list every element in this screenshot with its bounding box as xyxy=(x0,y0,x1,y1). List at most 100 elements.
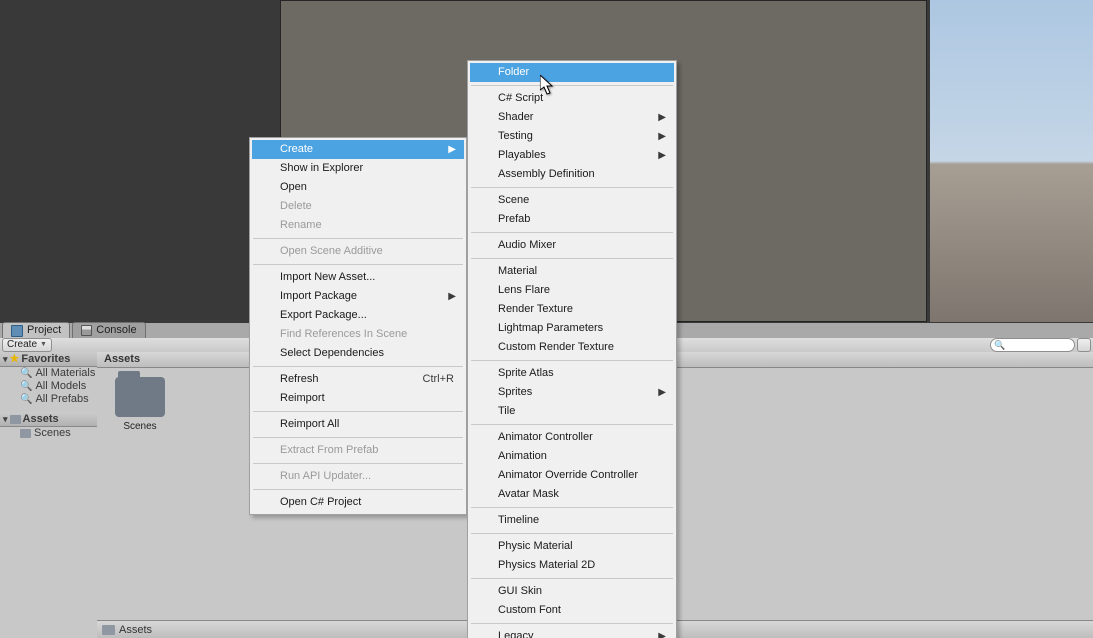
menu-csharp-script[interactable]: C# Script xyxy=(470,89,674,108)
create-submenu: Folder C# Script Shader▶ Testing▶ Playab… xyxy=(467,60,677,638)
menu-avatar-mask[interactable]: Avatar Mask xyxy=(470,485,674,504)
menu-label: Animator Controller xyxy=(498,431,593,443)
menu-separator xyxy=(471,623,673,624)
chevron-right-icon: ▶ xyxy=(658,127,666,146)
hierarchy-item-scenes[interactable]: Scenes xyxy=(0,427,97,440)
menu-prefab[interactable]: Prefab xyxy=(470,210,674,229)
menu-separator xyxy=(253,264,463,265)
menu-label: Reimport xyxy=(280,392,325,404)
favorite-all-prefabs[interactable]: 🔍 All Prefabs xyxy=(0,393,97,406)
menu-tile[interactable]: Tile xyxy=(470,402,674,421)
menu-separator xyxy=(471,85,673,86)
chevron-right-icon: ▶ xyxy=(448,140,456,159)
toolbar-toggle[interactable] xyxy=(1077,338,1091,352)
menu-show-in-explorer[interactable]: Show in Explorer xyxy=(252,159,464,178)
menu-testing[interactable]: Testing▶ xyxy=(470,127,674,146)
menu-legacy[interactable]: Legacy▶ xyxy=(470,627,674,638)
chevron-right-icon: ▶ xyxy=(448,287,456,306)
menu-lens-flare[interactable]: Lens Flare xyxy=(470,281,674,300)
menu-create[interactable]: Create ▶ xyxy=(252,140,464,159)
menu-export-package[interactable]: Export Package... xyxy=(252,306,464,325)
menu-shortcut: Ctrl+R xyxy=(423,370,454,389)
menu-sprites[interactable]: Sprites▶ xyxy=(470,383,674,402)
menu-label: Export Package... xyxy=(280,309,367,321)
menu-separator xyxy=(471,578,673,579)
menu-label: Run API Updater... xyxy=(280,470,371,482)
menu-assembly-definition[interactable]: Assembly Definition xyxy=(470,165,674,184)
menu-separator xyxy=(471,232,673,233)
menu-find-references: Find References In Scene xyxy=(252,325,464,344)
menu-reimport-all[interactable]: Reimport All xyxy=(252,415,464,434)
menu-label: Find References In Scene xyxy=(280,328,407,340)
menu-refresh[interactable]: Refresh Ctrl+R xyxy=(252,370,464,389)
menu-label: Sprite Atlas xyxy=(498,367,554,379)
menu-playables[interactable]: Playables▶ xyxy=(470,146,674,165)
menu-label: Open C# Project xyxy=(280,496,361,508)
search-icon: 🔍 xyxy=(20,393,32,406)
menu-animator-override-controller[interactable]: Animator Override Controller xyxy=(470,466,674,485)
menu-separator xyxy=(253,366,463,367)
favorites-header[interactable]: ▾ ★ Favorites xyxy=(0,352,97,367)
menu-open-scene-additive: Open Scene Additive xyxy=(252,242,464,261)
menu-custom-font[interactable]: Custom Font xyxy=(470,601,674,620)
menu-label: Show in Explorer xyxy=(280,162,363,174)
menu-label: Assembly Definition xyxy=(498,168,595,180)
menu-import-new-asset[interactable]: Import New Asset... xyxy=(252,268,464,287)
menu-custom-render-texture[interactable]: Custom Render Texture xyxy=(470,338,674,357)
create-dropdown-label: Create xyxy=(7,339,37,351)
menu-physic-material[interactable]: Physic Material xyxy=(470,537,674,556)
menu-label: Rename xyxy=(280,219,322,231)
project-icon xyxy=(11,325,23,337)
menu-label: Refresh xyxy=(280,373,319,385)
menu-gui-skin[interactable]: GUI Skin xyxy=(470,582,674,601)
star-icon: ★ xyxy=(10,352,20,366)
menu-animator-controller[interactable]: Animator Controller xyxy=(470,428,674,447)
context-menu: Create ▶ Show in Explorer Open Delete Re… xyxy=(249,137,467,515)
chevron-right-icon: ▶ xyxy=(658,108,666,127)
menu-reimport[interactable]: Reimport xyxy=(252,389,464,408)
game-view[interactable] xyxy=(930,0,1093,322)
menu-audio-mixer[interactable]: Audio Mixer xyxy=(470,236,674,255)
menu-select-dependencies[interactable]: Select Dependencies xyxy=(252,344,464,363)
menu-import-package[interactable]: Import Package ▶ xyxy=(252,287,464,306)
assets-header[interactable]: ▾ Assets xyxy=(0,412,97,427)
menu-separator xyxy=(471,187,673,188)
menu-label: Folder xyxy=(498,66,529,78)
menu-animation[interactable]: Animation xyxy=(470,447,674,466)
favorite-all-models[interactable]: 🔍 All Models xyxy=(0,380,97,393)
menu-open-csharp-project[interactable]: Open C# Project xyxy=(252,493,464,512)
favorite-all-materials[interactable]: 🔍 All Materials xyxy=(0,367,97,380)
chevron-right-icon: ▶ xyxy=(658,146,666,165)
tab-console-label: Console xyxy=(96,323,136,338)
chevron-down-icon: ▾ xyxy=(3,352,8,366)
menu-open[interactable]: Open xyxy=(252,178,464,197)
menu-physics-material-2d[interactable]: Physics Material 2D xyxy=(470,556,674,575)
menu-label: Delete xyxy=(280,200,312,212)
menu-label: Scene xyxy=(498,194,529,206)
menu-folder[interactable]: Folder xyxy=(470,63,674,82)
tab-console[interactable]: Console xyxy=(72,322,145,338)
menu-separator xyxy=(253,489,463,490)
menu-label: Sprites xyxy=(498,386,532,398)
menu-label: Extract From Prefab xyxy=(280,444,378,456)
menu-label: Reimport All xyxy=(280,418,339,430)
menu-material[interactable]: Material xyxy=(470,262,674,281)
search-input[interactable]: 🔍 xyxy=(990,338,1075,352)
tab-project[interactable]: Project xyxy=(2,322,70,338)
create-dropdown[interactable]: Create ▼ xyxy=(2,338,52,352)
menu-label: Create xyxy=(280,143,313,155)
menu-label: Lens Flare xyxy=(498,284,550,296)
menu-render-texture[interactable]: Render Texture xyxy=(470,300,674,319)
menu-shader[interactable]: Shader▶ xyxy=(470,108,674,127)
menu-scene[interactable]: Scene xyxy=(470,191,674,210)
menu-label: Import New Asset... xyxy=(280,271,375,283)
asset-tile-scenes[interactable]: Scenes xyxy=(110,377,170,432)
menu-label: Animation xyxy=(498,450,547,462)
menu-lightmap-parameters[interactable]: Lightmap Parameters xyxy=(470,319,674,338)
menu-separator xyxy=(253,437,463,438)
menu-sprite-atlas[interactable]: Sprite Atlas xyxy=(470,364,674,383)
project-hierarchy: ▾ ★ Favorites 🔍 All Materials 🔍 All Mode… xyxy=(0,352,98,638)
menu-rename: Rename xyxy=(252,216,464,235)
menu-label: Lightmap Parameters xyxy=(498,322,603,334)
menu-timeline[interactable]: Timeline xyxy=(470,511,674,530)
